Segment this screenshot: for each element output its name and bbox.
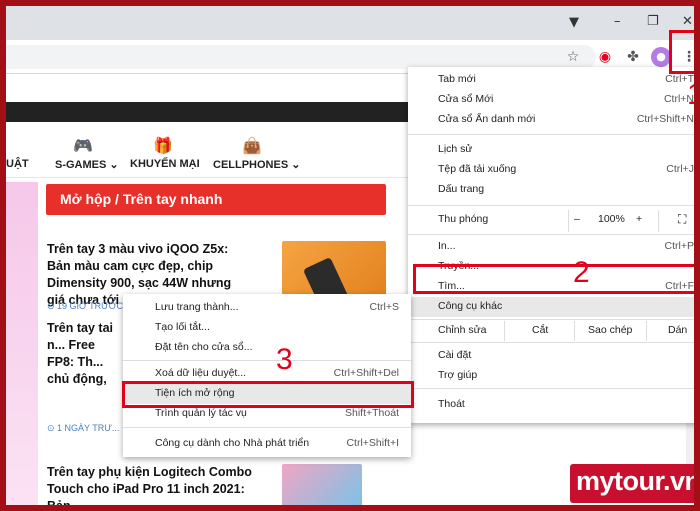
gift-icon: 🎁 — [153, 136, 173, 155]
close-button[interactable]: ✕ — [682, 14, 693, 29]
menu-divider — [408, 205, 694, 206]
submenu-item-save-page[interactable]: Lưu trang thành... Ctrl+S — [123, 298, 411, 318]
article-meta: ⊙ 1 NGÀY TRƯ... — [47, 423, 120, 433]
zoom-level: 100% — [598, 213, 625, 225]
menu-item-settings[interactable]: Cài đặt — [408, 346, 694, 366]
annotation-step-2: 2 — [573, 256, 590, 289]
article-thumbnail[interactable] — [282, 464, 362, 505]
gamepad-icon: 🎮 — [73, 136, 93, 155]
site-top-bar — [6, 102, 416, 122]
menu-item-more-tools[interactable]: Công cụ khác▶ — [408, 297, 694, 317]
annotation-step-3: 3 — [276, 343, 293, 376]
annotation-step-1: 1 — [687, 78, 694, 112]
menu-divider — [408, 234, 694, 235]
cut-button[interactable]: Cắt — [532, 324, 548, 336]
shopping-bag-icon: 👜 — [242, 136, 262, 155]
menu-divider — [123, 427, 411, 428]
site-nav: UẬT 🎮 S-GAMES ⌄ 🎁 KHUYẾN MẠI 👜 CELLPHONE… — [6, 132, 416, 178]
menu-item-new-window[interactable]: Cửa sổ Mới Ctrl+N — [408, 90, 694, 110]
menu-item-history[interactable]: Lịch sử▶ — [408, 140, 694, 160]
browser-window: ▼ – ❐ ✕ ☆ ◉ ✤ ● ⋮ UẬT 🎮 S-GAMES ⌄ 🎁 KHUY… — [0, 0, 700, 511]
menu-item-downloads[interactable]: Tệp đã tải xuống Ctrl+J — [408, 160, 694, 180]
address-bar[interactable] — [6, 45, 596, 69]
submenu-item-name-window[interactable]: Đặt tên cho cửa sổ... — [123, 338, 411, 358]
menu-item-edit: Chỉnh sửa Cắt Sao chép Dán — [408, 321, 694, 341]
maximize-button[interactable]: ❐ — [647, 14, 659, 29]
menu-item-bookmarks[interactable]: Dấu trang▶ — [408, 180, 694, 200]
menu-item-help[interactable]: Trợ giúp▶ — [408, 366, 694, 386]
watermark-logo: mytour.vn — [570, 464, 694, 503]
nav-item-cellphones[interactable]: CELLPHONES ⌄ — [213, 158, 300, 171]
menu-item-print[interactable]: In... Ctrl+P — [408, 237, 694, 257]
chrome-main-menu: Tab mới Ctrl+T Cửa sổ Mới Ctrl+N Cửa sổ Ẩn… — [408, 67, 694, 423]
menu-divider — [408, 134, 694, 135]
menu-divider — [408, 388, 694, 389]
copy-button[interactable]: Sao chép — [588, 324, 632, 336]
menu-divider — [408, 319, 694, 320]
menu-divider — [123, 360, 411, 361]
submenu-item-dev-tools[interactable]: Công cụ dành cho Nhà phát triển Ctrl+Shif… — [123, 434, 411, 454]
menu-item-exit[interactable]: Thoát — [408, 395, 694, 415]
submenu-item-create-shortcut[interactable]: Tạo lối tắt... — [123, 318, 411, 338]
annotation-box-extensions — [122, 381, 414, 408]
menu-divider — [408, 342, 694, 343]
menu-item-zoom: Thu phóng – 100% + ⛶ — [408, 210, 694, 232]
title-bar: ▼ – ❐ ✕ — [6, 6, 694, 40]
opera-icon[interactable]: ◉ — [595, 47, 615, 67]
annotation-box-more-tools — [413, 264, 694, 294]
puzzle-extension-icon[interactable]: ✤ — [623, 47, 643, 67]
nav-item-luat[interactable]: UẬT — [6, 158, 29, 170]
minimize-button[interactable]: – — [614, 14, 621, 29]
tab-search-icon[interactable]: ▼ — [569, 15, 579, 30]
article-meta: ⊙ 19 GIỜ TRƯỚC — [47, 301, 124, 311]
section-header: Mở hộp / Trên tay nhanh — [46, 184, 386, 215]
nav-item-s-games[interactable]: S-GAMES ⌄ — [55, 158, 119, 171]
fullscreen-icon[interactable]: ⛶ — [678, 212, 686, 227]
article-title[interactable]: Trên tay tai n... Free FP8: Th... chủ độ… — [47, 320, 122, 390]
star-icon[interactable]: ☆ — [563, 47, 583, 67]
zoom-in-button[interactable]: + — [636, 213, 642, 225]
nav-item-khuyen-mai[interactable]: KHUYẾN MẠI — [130, 158, 200, 170]
zoom-out-button[interactable]: – — [574, 213, 580, 225]
menu-item-incognito[interactable]: Cửa sổ Ẩn danh mới Ctrl+Shift+N — [408, 110, 694, 130]
profile-avatar-icon[interactable]: ● — [651, 47, 671, 67]
paste-button[interactable]: Dán — [668, 324, 687, 336]
article-title[interactable]: Trên tay phụ kiện Logitech Combo Touch c… — [47, 464, 267, 505]
annotation-box-kebab — [669, 30, 694, 74]
more-tools-submenu: Lưu trang thành... Ctrl+S Tạo lối tắt... … — [123, 294, 411, 457]
menu-item-new-tab[interactable]: Tab mới Ctrl+T — [408, 70, 694, 90]
side-banner — [6, 182, 38, 505]
